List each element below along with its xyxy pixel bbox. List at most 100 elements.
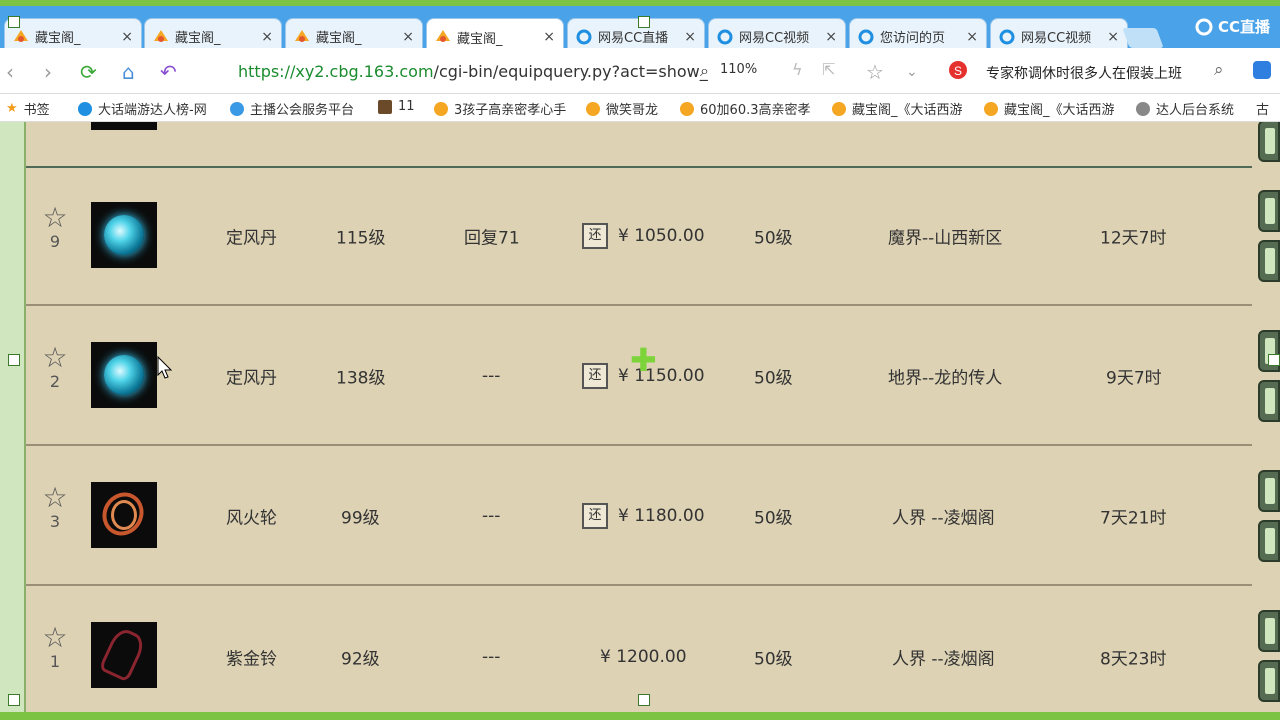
close-icon[interactable]: ×: [684, 29, 696, 45]
action-button[interactable]: [1258, 520, 1280, 562]
star-icon[interactable]: ☆: [40, 484, 70, 512]
star-icon[interactable]: ☆: [40, 344, 70, 372]
bookmark-link[interactable]: 3孩子高亲密孝心手: [434, 99, 566, 118]
star-icon[interactable]: ☆: [40, 204, 70, 232]
globe-icon: [230, 101, 244, 116]
required-level: 50级: [754, 649, 793, 670]
server-name: 人界 --凌烟阁: [892, 649, 995, 670]
action-button[interactable]: [1258, 240, 1280, 282]
item-name[interactable]: 紫金铃: [226, 645, 277, 670]
item-thumbnail[interactable]: [91, 482, 157, 548]
bookmark-link[interactable]: 大话端游达人榜-网: [78, 99, 207, 118]
url-field[interactable]: https://xy2.cbg.163.com/cgi-bin/equipque…: [238, 62, 708, 81]
cbg-icon: [294, 29, 310, 45]
item-thumbnail[interactable]: [91, 202, 157, 268]
cc-icon: [717, 29, 733, 45]
close-icon[interactable]: ×: [825, 29, 837, 45]
item-thumbnail[interactable]: [91, 622, 157, 688]
bookmarks-folder[interactable]: ★ 书签: [6, 99, 50, 118]
close-icon[interactable]: ×: [121, 29, 133, 45]
action-button[interactable]: [1258, 610, 1280, 652]
time-left: 9天7时: [1106, 368, 1162, 389]
collect-star[interactable]: ☆ 9: [40, 204, 70, 252]
tab-label: 网易CC直播: [598, 31, 669, 46]
bookmark-link[interactable]: 藏宝阁_《大话西游: [832, 99, 964, 118]
item-thumbnail[interactable]: [91, 342, 157, 408]
resize-handle[interactable]: [8, 16, 20, 28]
item-name[interactable]: 风火轮: [226, 504, 277, 529]
cbg-icon: [153, 29, 169, 45]
table-row[interactable]: ☆ 3 风火轮 99级 --- 还 ¥ 1180.00 50级 人界 --凌烟阁 …: [26, 448, 1252, 586]
action-button[interactable]: [1258, 660, 1280, 702]
bookmark-link[interactable]: 藏宝阁_《大话西游: [984, 99, 1116, 118]
bookmark-link[interactable]: 微笑哥龙: [586, 99, 658, 118]
bookmark-link[interactable]: 达人后台系统: [1136, 99, 1234, 118]
action-button[interactable]: [1258, 470, 1280, 512]
star-icon[interactable]: ☆: [40, 624, 70, 652]
lightning-icon[interactable]: ϟ: [792, 60, 803, 79]
undo-icon[interactable]: ↶: [160, 60, 177, 84]
collect-star[interactable]: ☆ 1: [40, 624, 70, 672]
table-row[interactable]: ☆ 9 定风丹 115级 回复71 还 ¥ 1050.00 50级 魔界--山西新…: [26, 168, 1252, 306]
url-host: https://xy2.cbg.163.com: [238, 62, 434, 81]
mouse-pointer-icon: [157, 356, 173, 379]
time-left: 12天7时: [1100, 228, 1167, 249]
resize-handle[interactable]: [638, 694, 650, 706]
back-icon[interactable]: ‹: [6, 60, 14, 84]
required-level: 50级: [754, 368, 793, 389]
zoom-icon[interactable]: ⌕: [700, 61, 709, 81]
close-icon[interactable]: ×: [966, 29, 978, 45]
return-badge: 还: [582, 503, 608, 529]
server-name: 魔界--山西新区: [888, 228, 1003, 249]
left-frame-edge: [0, 122, 26, 720]
tab-label: 藏宝阁_: [175, 31, 221, 46]
zoom-level[interactable]: 110%: [720, 62, 757, 77]
close-icon[interactable]: ×: [1107, 29, 1119, 45]
collect-count: 9: [49, 232, 61, 251]
resize-handle[interactable]: [8, 694, 20, 706]
required-level: 50级: [754, 508, 793, 529]
resize-handle[interactable]: [1268, 354, 1280, 366]
svg-text:S: S: [954, 64, 962, 78]
home-icon[interactable]: ⌂: [122, 60, 135, 84]
item-price: ¥ 1200.00: [600, 647, 687, 667]
hot-news-link[interactable]: 专家称调休时很多人在假装上班: [986, 63, 1182, 83]
move-cursor-icon: ✚: [630, 341, 657, 379]
bookmark-link[interactable]: 11: [378, 99, 415, 114]
time-left: 7天21时: [1100, 508, 1167, 529]
price-value: ¥ 1180.00: [618, 506, 705, 526]
wheel-inner-icon: [111, 500, 137, 530]
chevron-down-icon[interactable]: ⌄: [906, 64, 918, 80]
collect-star[interactable]: ☆ 2: [40, 344, 70, 392]
bookmark-link[interactable]: 主播公会服务平台: [230, 99, 354, 118]
time-left: 8天23时: [1100, 649, 1167, 670]
forward-icon[interactable]: ›: [44, 60, 52, 84]
bookmark-link[interactable]: 60加60.3高亲密孝: [680, 99, 812, 118]
item-name[interactable]: 定风丹: [226, 224, 277, 249]
resize-handle[interactable]: [638, 16, 650, 28]
bookmark-label: 古: [1256, 103, 1270, 118]
sogou-icon[interactable]: S: [948, 60, 968, 85]
favorite-star-icon[interactable]: ☆: [866, 60, 884, 84]
item-name[interactable]: 定风丹: [226, 364, 277, 389]
bookmark-label: 微笑哥龙: [606, 103, 659, 118]
item-effect: ---: [482, 366, 501, 386]
resize-handle[interactable]: [8, 354, 20, 366]
new-tab-button[interactable]: [1122, 28, 1164, 48]
action-button[interactable]: [1258, 122, 1280, 162]
refresh-icon[interactable]: ⟳: [80, 60, 97, 84]
cbg-icon: [13, 29, 29, 45]
translate-icon[interactable]: [1252, 60, 1272, 85]
close-icon[interactable]: ×: [402, 29, 414, 45]
action-button[interactable]: [1258, 380, 1280, 422]
collect-star[interactable]: ☆ 3: [40, 484, 70, 532]
game-icon: [378, 99, 392, 114]
bookmark-link[interactable]: 古: [1256, 99, 1269, 118]
search-icon[interactable]: ⌕: [1214, 60, 1224, 80]
bookmark-label: 大话端游达人榜-网: [98, 103, 207, 118]
share-icon[interactable]: ⇱: [822, 60, 835, 79]
close-icon[interactable]: ×: [543, 29, 555, 45]
close-icon[interactable]: ×: [261, 29, 273, 45]
action-button[interactable]: [1258, 190, 1280, 232]
item-price: 还 ¥ 1180.00: [582, 503, 705, 529]
